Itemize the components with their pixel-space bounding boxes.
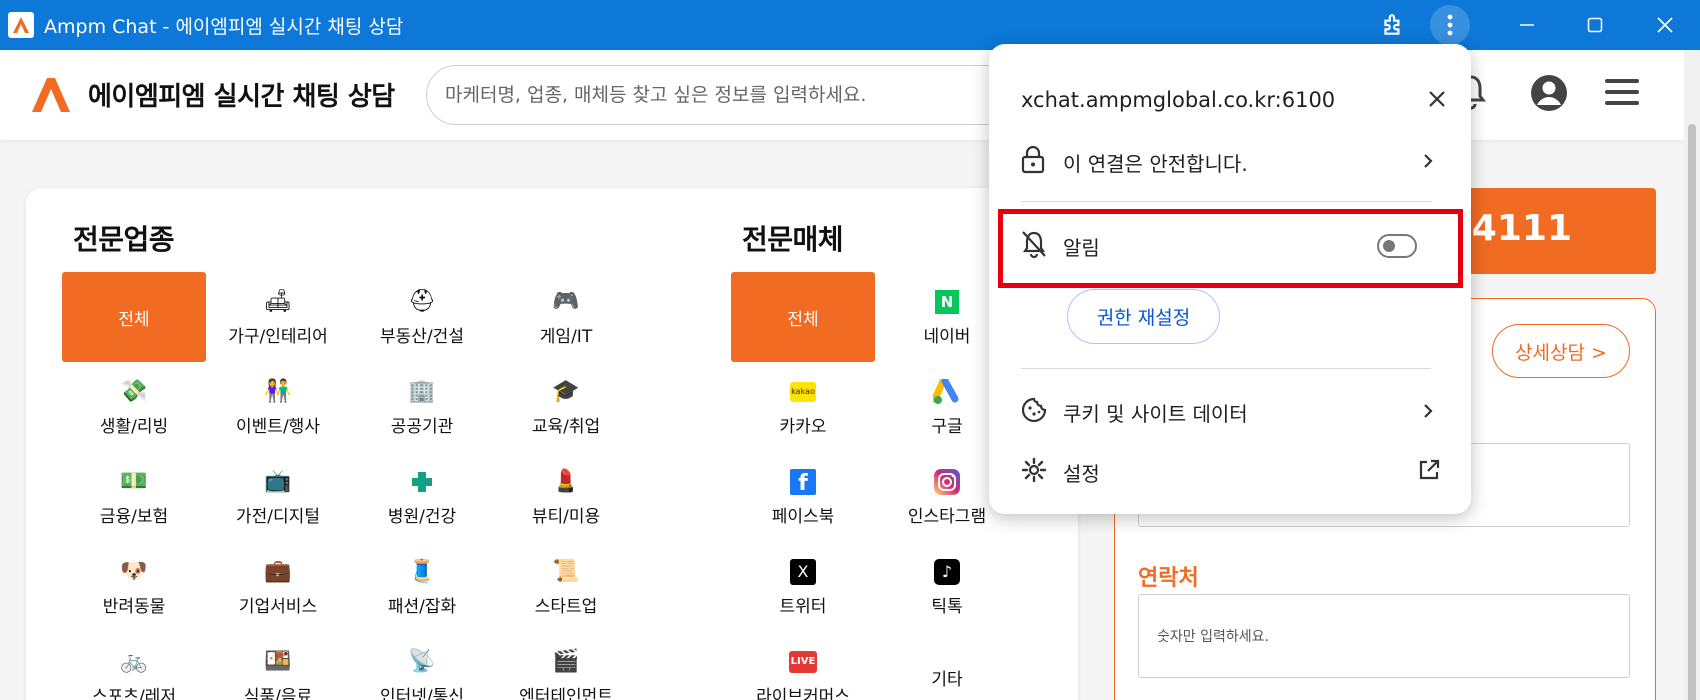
media-all[interactable]: 전체 xyxy=(731,272,875,362)
search-input[interactable]: 마케터명, 업종, 매체등 찾고 싶은 정보를 입력하세요. xyxy=(426,65,1026,125)
bicycle-icon: 🚲 xyxy=(120,648,148,674)
reset-permissions-button[interactable]: 권한 재설정 xyxy=(1067,289,1220,344)
clapperboard-icon: 🎬 xyxy=(552,648,580,674)
external-link-icon xyxy=(1417,458,1441,487)
money-icon: 💸 xyxy=(120,378,148,404)
industry-electronics[interactable]: 📺 가전/디지털 xyxy=(206,452,350,542)
media-other[interactable]: 기타 xyxy=(875,632,1019,700)
title-bar: Ampm Chat - 에이엠피엠 실시간 채팅 상담 xyxy=(0,0,1700,50)
briefcase-icon: 💼 xyxy=(264,558,292,584)
connection-secure-row[interactable]: 이 연결은 안전합니다. xyxy=(1021,140,1447,184)
router-icon: 📡 xyxy=(408,648,436,674)
media-kakao[interactable]: kakao 카카오 xyxy=(731,362,875,452)
industry-hospital[interactable]: 병원/건강 xyxy=(350,452,494,542)
people-icon: 👫 xyxy=(264,378,292,404)
media-twitter[interactable]: X 트위터 xyxy=(731,542,875,632)
extensions-icon[interactable] xyxy=(1366,0,1420,50)
industry-fashion[interactable]: 🧵 패션/잡화 xyxy=(350,542,494,632)
tv-icon: 📺 xyxy=(264,468,292,494)
dog-icon: 🐶 xyxy=(120,558,148,584)
scrollbar-thumb[interactable] xyxy=(1688,124,1696,700)
tiktok-icon: ♪ xyxy=(933,558,961,586)
industry-game-it[interactable]: 🎮 게임/IT xyxy=(494,272,638,362)
industry-beauty[interactable]: 💄 뷰티/미용 xyxy=(494,452,638,542)
sewing-machine-icon: 🧵 xyxy=(408,558,436,584)
page-scrollbar[interactable] xyxy=(1684,50,1700,700)
industry-event[interactable]: 👫 이벤트/행사 xyxy=(206,362,350,452)
graduation-cap-icon: 🎓 xyxy=(552,378,580,404)
minimize-button[interactable] xyxy=(1500,0,1554,50)
instagram-icon xyxy=(933,468,961,496)
settings-row[interactable]: 설정 xyxy=(1021,450,1447,494)
media-facebook[interactable]: f 페이스북 xyxy=(731,452,875,542)
media-live-commerce[interactable]: LIVE 라이브커머스 xyxy=(731,632,875,700)
app-logo-icon xyxy=(8,12,34,38)
brand-name[interactable]: 에이엠피엠 실시간 채팅 상담 xyxy=(88,76,395,113)
live-icon: LIVE xyxy=(789,648,817,676)
contact-label: 연락처 xyxy=(1138,566,1199,591)
popup-domain-row: xchat.ampmglobal.co.kr:6100 xyxy=(1021,80,1447,120)
banknote-icon: 💵 xyxy=(120,468,148,494)
contact-input[interactable]: 숫자만 입력하세요. xyxy=(1138,594,1630,678)
close-window-button[interactable] xyxy=(1638,0,1692,50)
x-icon: X xyxy=(789,558,817,586)
industry-public[interactable]: 🏢 공공기관 xyxy=(350,362,494,452)
industry-business[interactable]: 💼 기업서비스 xyxy=(206,542,350,632)
more-menu-icon[interactable] xyxy=(1430,5,1470,45)
industry-furniture[interactable]: 🛋 가구/인테리어 xyxy=(206,272,350,362)
industries-title: 전문업종 xyxy=(73,223,175,256)
cookies-row[interactable]: 쿠키 및 사이트 데이터 xyxy=(1021,390,1447,434)
cookie-icon xyxy=(1021,397,1049,428)
medical-cross-icon xyxy=(408,468,436,496)
industry-telecom[interactable]: 📡 인터넷/통신 xyxy=(350,632,494,700)
brand-logo-icon[interactable] xyxy=(32,78,70,116)
gamepad-icon: 🎮 xyxy=(552,288,580,314)
detail-consult-button[interactable]: 상세상담 > xyxy=(1492,324,1630,378)
media-tiktok[interactable]: ♪ 틱톡 xyxy=(875,542,1019,632)
industry-finance[interactable]: 💵 금융/보험 xyxy=(62,452,206,542)
industry-all[interactable]: 전체 xyxy=(62,272,206,362)
industry-food[interactable]: 🍱 식품/음료 xyxy=(206,632,350,700)
certificate-icon: 📜 xyxy=(552,558,580,584)
industry-realestate[interactable]: ⛑ 부동산/건설 xyxy=(350,272,494,362)
industry-living[interactable]: 💸 생활/리빙 xyxy=(62,362,206,452)
media-title: 전문매체 xyxy=(742,223,844,256)
industry-education[interactable]: 🎓 교육/취업 xyxy=(494,362,638,452)
chevron-right-icon xyxy=(1423,150,1433,174)
kakao-icon: kakao xyxy=(789,378,817,406)
lipstick-icon: 💄 xyxy=(552,468,580,494)
google-ads-icon xyxy=(933,378,961,406)
window-title: Ampm Chat - 에이엠피엠 실시간 채팅 상담 xyxy=(44,15,404,38)
gear-icon xyxy=(1021,457,1049,488)
highlight-box xyxy=(998,209,1463,288)
industry-sports[interactable]: 🚲 스포츠/레저 xyxy=(62,632,206,700)
popup-divider xyxy=(1021,201,1431,202)
site-domain: xchat.ampmglobal.co.kr:6100 xyxy=(1021,88,1336,112)
user-avatar-icon[interactable] xyxy=(1530,74,1568,116)
maximize-button[interactable] xyxy=(1568,0,1622,50)
industry-pets[interactable]: 🐶 반려동물 xyxy=(62,542,206,632)
sofa-icon: 🛋 xyxy=(264,288,292,314)
hamburger-menu-icon[interactable] xyxy=(1605,78,1639,110)
lock-icon xyxy=(1021,145,1049,179)
chevron-right-icon xyxy=(1423,400,1433,424)
hardhat-icon: ⛑ xyxy=(408,288,436,314)
popup-divider xyxy=(1021,368,1431,369)
food-icon: 🍱 xyxy=(264,648,292,674)
industry-startup[interactable]: 📜 스타트업 xyxy=(494,542,638,632)
naver-icon: N xyxy=(933,288,961,316)
facebook-icon: f xyxy=(789,468,817,496)
industry-entertainment[interactable]: 🎬 엔터테인먼트 xyxy=(494,632,638,700)
close-popup-icon[interactable] xyxy=(1427,89,1447,114)
building-icon: 🏢 xyxy=(408,378,436,404)
